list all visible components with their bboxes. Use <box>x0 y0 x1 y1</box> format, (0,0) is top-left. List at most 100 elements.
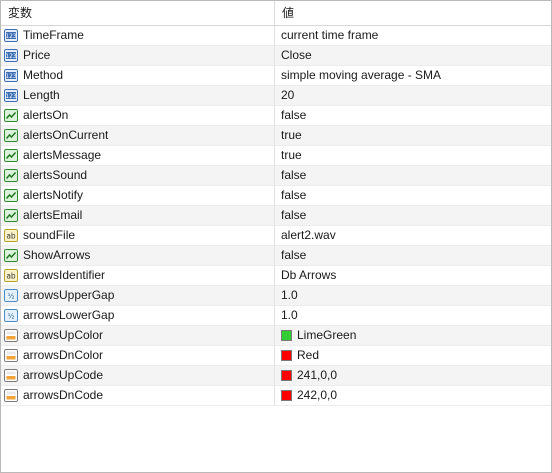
cell-divider <box>274 346 275 366</box>
color-swatch[interactable] <box>281 350 292 361</box>
param-row-arrowsdncolor[interactable]: arrowsDnColor Red <box>1 346 551 366</box>
param-name: alertsOnCurrent <box>23 128 109 142</box>
param-row-alertsoncurrent[interactable]: alertsOnCurrent true <box>1 126 551 146</box>
param-value[interactable]: false <box>281 206 306 225</box>
string-icon: ab <box>4 269 18 282</box>
svg-text:½: ½ <box>8 293 15 301</box>
cell-divider <box>274 386 275 406</box>
param-row-soundfile[interactable]: ab soundFile alert2.wav <box>1 226 551 246</box>
column-header-variable[interactable]: 変数 <box>1 1 274 25</box>
cell-divider <box>274 106 275 126</box>
param-value[interactable]: 241,0,0 <box>297 366 337 385</box>
svg-text:ab: ab <box>6 272 16 281</box>
param-value[interactable]: true <box>281 126 302 145</box>
svg-text:123: 123 <box>5 93 17 100</box>
param-row-alertsmessage[interactable]: alertsMessage true <box>1 146 551 166</box>
parameter-rows: 123 TimeFrame current time frame 123 Pri… <box>1 26 551 406</box>
cell-divider <box>274 326 275 346</box>
param-row-price[interactable]: 123 Price Close <box>1 46 551 66</box>
param-value[interactable]: current time frame <box>281 26 378 45</box>
param-value[interactable]: false <box>281 106 306 125</box>
param-row-alertsemail[interactable]: alertsEmail false <box>1 206 551 226</box>
param-name: arrowsDnColor <box>23 348 104 362</box>
bool-icon <box>4 209 18 222</box>
param-name: Price <box>23 48 51 62</box>
int-icon: 123 <box>4 89 18 102</box>
param-value[interactable]: false <box>281 166 306 185</box>
int-icon: 123 <box>4 29 18 42</box>
param-row-showarrows[interactable]: ShowArrows false <box>1 246 551 266</box>
cell-divider <box>274 206 275 226</box>
param-row-alertsnotify[interactable]: alertsNotify false <box>1 186 551 206</box>
color-swatch[interactable] <box>281 330 292 341</box>
svg-text:½: ½ <box>8 313 15 321</box>
param-row-length[interactable]: 123 Length 20 <box>1 86 551 106</box>
int-icon: 123 <box>4 49 18 62</box>
cell-divider <box>274 186 275 206</box>
param-row-timeframe[interactable]: 123 TimeFrame current time frame <box>1 26 551 46</box>
cell-divider <box>274 366 275 386</box>
param-value[interactable]: 1.0 <box>281 306 298 325</box>
param-row-alertssound[interactable]: alertsSound false <box>1 166 551 186</box>
svg-text:123: 123 <box>5 73 17 80</box>
column-header-value[interactable]: 値 <box>275 1 550 25</box>
svg-text:123: 123 <box>5 33 17 40</box>
param-row-arrowsuppergap[interactable]: ½ arrowsUpperGap 1.0 <box>1 286 551 306</box>
param-name: alertsOn <box>23 108 69 122</box>
inputs-parameter-table: 変数 値 123 TimeFrame current time frame 12… <box>0 0 552 473</box>
param-row-arrowsidentifier[interactable]: ab arrowsIdentifier Db Arrows <box>1 266 551 286</box>
param-value[interactable]: LimeGreen <box>297 326 356 345</box>
color-icon <box>4 369 18 382</box>
param-name: arrowsDnCode <box>23 388 104 402</box>
param-name: arrowsIdentifier <box>23 268 106 282</box>
cell-divider <box>274 266 275 286</box>
param-value[interactable]: alert2.wav <box>281 226 336 245</box>
cell-divider <box>274 246 275 266</box>
param-name: arrowsUpColor <box>23 328 104 342</box>
color-icon <box>4 349 18 362</box>
param-value[interactable]: 20 <box>281 86 294 105</box>
int-icon: 123 <box>4 69 18 82</box>
bool-icon <box>4 189 18 202</box>
bool-icon <box>4 169 18 182</box>
param-row-arrowslowergap[interactable]: ½ arrowsLowerGap 1.0 <box>1 306 551 326</box>
cell-divider <box>274 66 275 86</box>
cell-divider <box>274 226 275 246</box>
bool-icon <box>4 249 18 262</box>
param-name: arrowsUpCode <box>23 368 104 382</box>
color-swatch[interactable] <box>281 390 292 401</box>
param-row-arrowsdncode[interactable]: arrowsDnCode 242,0,0 <box>1 386 551 406</box>
cell-divider <box>274 26 275 46</box>
cell-divider <box>274 126 275 146</box>
param-name: TimeFrame <box>23 28 84 42</box>
string-icon: ab <box>4 229 18 242</box>
table-header: 変数 値 <box>1 1 551 26</box>
param-value[interactable]: Red <box>297 346 319 365</box>
param-value[interactable]: 242,0,0 <box>297 386 337 405</box>
double-icon: ½ <box>4 289 18 302</box>
svg-text:ab: ab <box>6 232 16 241</box>
param-name: Method <box>23 68 64 82</box>
param-value[interactable]: 1.0 <box>281 286 298 305</box>
param-name: Length <box>23 88 60 102</box>
param-value[interactable]: Close <box>281 46 312 65</box>
double-icon: ½ <box>4 309 18 322</box>
color-swatch[interactable] <box>281 370 292 381</box>
cell-divider <box>274 166 275 186</box>
param-value[interactable]: false <box>281 186 306 205</box>
param-value[interactable]: simple moving average - SMA <box>281 66 441 85</box>
param-value[interactable]: true <box>281 146 302 165</box>
svg-text:123: 123 <box>5 53 17 60</box>
cell-divider <box>274 306 275 326</box>
param-value[interactable]: Db Arrows <box>281 266 336 285</box>
param-row-alertson[interactable]: alertsOn false <box>1 106 551 126</box>
param-name: alertsEmail <box>23 208 83 222</box>
param-name: alertsMessage <box>23 148 102 162</box>
param-row-arrowsupcode[interactable]: arrowsUpCode 241,0,0 <box>1 366 551 386</box>
param-value[interactable]: false <box>281 246 306 265</box>
param-name: ShowArrows <box>23 248 91 262</box>
cell-divider <box>274 46 275 66</box>
bool-icon <box>4 149 18 162</box>
param-row-method[interactable]: 123 Method simple moving average - SMA <box>1 66 551 86</box>
param-row-arrowsupcolor[interactable]: arrowsUpColor LimeGreen <box>1 326 551 346</box>
